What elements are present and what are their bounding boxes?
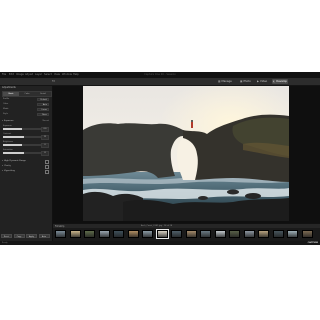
tab-video[interactable]: ▶Video xyxy=(256,79,268,84)
slider-track[interactable] xyxy=(3,136,41,138)
profile-select[interactable]: Default xyxy=(37,97,49,101)
status-text: Ready xyxy=(2,242,8,244)
tab-manage[interactable]: ▦Manage xyxy=(217,79,233,84)
auto-button[interactable]: Auto xyxy=(38,234,50,238)
panel-button-row: Reset Copy Apply Auto xyxy=(1,234,51,239)
segment-detail[interactable]: Detail xyxy=(35,92,51,96)
tab-manage-label: Manage xyxy=(221,80,232,83)
segment-color[interactable]: Color xyxy=(19,92,35,96)
status-bar: Ready CAPTURE xyxy=(0,241,320,245)
develop-icon: ◐ xyxy=(273,80,276,83)
slider-fill xyxy=(3,128,22,130)
filmstrip-thumbnail[interactable] xyxy=(243,230,255,238)
brand-logo: CAPTURE xyxy=(307,242,318,244)
param-style: Style None xyxy=(3,112,50,116)
exposure-section-header[interactable]: ▾Exposure Manual xyxy=(2,119,50,123)
filmstrip-thumbnail[interactable] xyxy=(185,230,197,238)
filmstrip-thumbnail[interactable] xyxy=(69,230,81,238)
coastal-arch-photo xyxy=(83,86,289,221)
param-label: Color xyxy=(3,103,9,105)
slider-saturation: Saturation 8 xyxy=(3,148,49,156)
slider-fill xyxy=(3,136,25,138)
apply-button[interactable]: Apply xyxy=(26,234,37,238)
section-clarity-label: Clarity xyxy=(4,165,11,167)
slider-track[interactable] xyxy=(3,128,41,130)
filmstrip-thumbnail[interactable] xyxy=(142,230,153,238)
filmstrip-thumbnail[interactable] xyxy=(113,230,124,238)
slider-fill xyxy=(3,152,24,154)
app-window: File Edit Image Adjust Layer Select View… xyxy=(0,72,320,245)
filmstrip-thumbnail[interactable] xyxy=(55,230,66,238)
image-viewer[interactable] xyxy=(53,86,320,223)
tab-develop-label: Develop xyxy=(276,80,287,83)
tab-video-label: Video xyxy=(260,80,268,83)
exposure-header-label: Exposure xyxy=(4,120,14,122)
param-label: Mode xyxy=(3,108,9,110)
filmstrip-thumbnail[interactable] xyxy=(171,230,182,238)
toolbar: Fit ▦Manage ▣Photo ▶Video ◐Develop xyxy=(0,78,320,86)
section-vignetting[interactable]: ▸Vignetting xyxy=(2,169,50,174)
filmstrip-thumbnail[interactable] xyxy=(229,230,240,238)
param-color: Color Auto xyxy=(3,102,50,106)
enable-checkbox[interactable] xyxy=(45,170,49,174)
photo-preview xyxy=(83,86,289,221)
exposure-mode[interactable]: Manual xyxy=(42,119,49,123)
filmstrip-thumbnail[interactable] xyxy=(200,230,211,238)
param-label: Profile xyxy=(3,98,10,100)
chevron-down-icon: ▾ xyxy=(2,120,4,122)
filmstrip-thumbnail[interactable] xyxy=(214,230,226,238)
slider-value[interactable]: 8 xyxy=(41,151,49,156)
filmstrip-thumbnail[interactable] xyxy=(98,230,110,238)
slider-contrast: Contrast 12 xyxy=(3,132,49,140)
slider-track[interactable] xyxy=(3,152,41,154)
video-icon: ▶ xyxy=(257,80,259,83)
chevron-right-icon: ▸ xyxy=(2,165,4,167)
filmstrip-thumbnail[interactable] xyxy=(301,230,313,238)
param-mode: Mode Linear xyxy=(3,107,50,111)
section-hdr-label: High Dynamic Range xyxy=(4,160,26,162)
mode-select[interactable]: Linear xyxy=(37,107,49,111)
adjustments-panel: Adjustments Basic Color Detail Profile D… xyxy=(0,86,53,241)
style-select[interactable]: None xyxy=(37,112,49,116)
filmstrip-thumbnail[interactable] xyxy=(258,230,269,238)
filmstrip-thumbnail[interactable] xyxy=(272,230,284,238)
copy-button[interactable]: Copy xyxy=(13,234,25,238)
slider-track[interactable] xyxy=(3,144,41,146)
filmstrip xyxy=(53,228,320,241)
slider-fill xyxy=(3,144,22,146)
section-hdr[interactable]: ▸High Dynamic Range xyxy=(2,159,50,164)
color-select[interactable]: Auto xyxy=(37,102,49,106)
filmstrip-thumbnail[interactable] xyxy=(84,230,95,238)
panel-title: Adjustments xyxy=(2,86,16,89)
filmstrip-thumbnail[interactable] xyxy=(287,230,298,238)
section-vignetting-label: Vignetting xyxy=(4,170,15,172)
tab-photo[interactable]: ▣Photo xyxy=(239,79,252,84)
tab-photo-label: Photo xyxy=(243,80,251,83)
slider-brightness: Brightness 0 xyxy=(3,140,49,148)
segment-basic[interactable]: Basic xyxy=(3,92,19,96)
tab-develop[interactable]: ◐Develop xyxy=(272,79,288,84)
param-label: Style xyxy=(3,113,9,115)
param-profile: Profile Default xyxy=(3,97,50,101)
section-clarity[interactable]: ▸Clarity xyxy=(2,164,50,169)
filmstrip-thumbnail[interactable] xyxy=(155,229,169,239)
zoom-readout[interactable]: Fit xyxy=(52,78,55,85)
filmstrip-thumbnail[interactable] xyxy=(127,230,139,238)
chevron-right-icon: ▸ xyxy=(2,160,4,162)
chevron-right-icon: ▸ xyxy=(2,170,4,172)
reset-button[interactable]: Reset xyxy=(1,234,12,238)
slider-exposure: Exposure 0.0 xyxy=(3,124,49,132)
